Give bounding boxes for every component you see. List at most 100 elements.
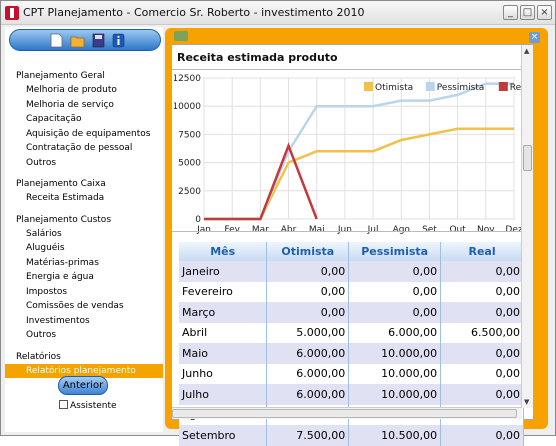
table-cell: Março [179, 302, 268, 323]
header-pessimista[interactable]: Pessimista [348, 242, 442, 261]
section-relatorios: Relatórios [16, 351, 61, 362]
chart-table-divider [172, 231, 522, 232]
horizontal-scrollbar[interactable] [172, 407, 522, 419]
nav-item-impostos[interactable]: Impostos [5, 285, 163, 300]
table-cell: Janeiro [179, 261, 268, 282]
section-planejamento-caixa: Planejamento Caixa [16, 179, 106, 189]
section-planejamento-geral: Planejamento Geral [16, 71, 105, 81]
table-row[interactable]: Abril 5.000,00 6.000,00 6.500,00 [179, 322, 524, 343]
table-cell: 0,00 [348, 302, 442, 323]
x-tick-label: Jan [196, 225, 211, 235]
y-axis-ticks: 0 2500 5000 7500 10000 12500 [174, 74, 201, 225]
nav-item-alugueis[interactable]: Aluguéis [5, 241, 163, 256]
assistant-checkbox[interactable]: Assistente [59, 400, 117, 411]
x-tick-label: Nov [477, 225, 495, 235]
nav-item-aquisicao-equipamentos[interactable]: Aquisição de equipamentos [5, 127, 163, 142]
x-tick-label: Set [422, 225, 437, 235]
x-axis-ticks: Jan Fev Mar Abr Mai Jun Jul Ago Set Out Nov Dez [196, 225, 522, 235]
window-title: CPT Planejamento - Comercio Sr. Roberto … [23, 6, 365, 19]
legend-label-otimista: Otimista [375, 83, 413, 93]
legend-swatch-otimista [364, 82, 373, 91]
report-content: Receita estimada produto 0 2500 5000 7500 10… [171, 44, 534, 446]
table-row[interactable]: Julho 6.000,00 10.000,00 0,00 [179, 384, 524, 405]
table-cell: 6.000,00 [266, 363, 350, 384]
new-document-icon[interactable] [50, 33, 63, 48]
nav-item-melhoria-produto[interactable]: Melhoria de produto [5, 83, 163, 98]
y-tick-label: 2500 [178, 187, 201, 197]
legend-swatch-pessimista [425, 82, 435, 91]
table-cell: 0,00 [440, 343, 524, 364]
table-row[interactable]: Março 0,00 0,00 0,00 [179, 302, 524, 323]
x-tick-label: Mai [309, 225, 325, 235]
table-cell: Fevereiro [179, 281, 268, 302]
table-header-row: Mês Otimista Pessimista Real [179, 242, 524, 261]
nav-item-energia-agua[interactable]: Energia e água [5, 270, 163, 285]
nav-item-materias-primas[interactable]: Matérias-primas [5, 256, 163, 271]
table-row[interactable]: Janeiro 0,00 0,00 0,00 [179, 261, 524, 282]
table-cell: 0,00 [440, 363, 524, 384]
assistant-label: Assistente [70, 401, 117, 411]
vertical-scroll-thumb[interactable] [523, 145, 532, 171]
printer-icon[interactable] [174, 31, 188, 41]
x-tick-label: Dez [505, 225, 522, 235]
y-tick-label: 0 [195, 215, 201, 225]
report-panel: × Receita estimada produto 0 2500 5000 7500… [165, 28, 548, 446]
checkbox-box[interactable] [59, 400, 68, 409]
table-cell: 10.000,00 [348, 343, 442, 364]
close-window-button[interactable]: × [537, 5, 552, 20]
table-cell: 6.000,00 [266, 384, 350, 405]
header-mes[interactable]: Mês [179, 242, 268, 261]
nav-item-receita-estimada[interactable]: Receita Estimada [5, 191, 163, 206]
y-tick-label: 5000 [178, 159, 201, 169]
left-panel: Planejamento Geral Melhoria de produto M… [5, 27, 163, 432]
table-row[interactable]: Fevereiro 0,00 0,00 0,00 [179, 281, 524, 302]
close-report-icon[interactable]: × [529, 32, 540, 43]
nav-item-melhoria-servico[interactable]: Melhoria de serviço [5, 98, 163, 113]
table-cell: 0,00 [266, 261, 350, 282]
open-folder-icon[interactable] [70, 33, 85, 48]
table-cell: 0,00 [440, 261, 524, 282]
previous-button[interactable]: Anterior [58, 376, 108, 395]
nav-item-contratacao-pessoal[interactable]: Contratação de pessoal [5, 141, 163, 156]
table-cell: 0,00 [440, 425, 524, 446]
minimize-button[interactable]: _ [503, 5, 518, 20]
nav-item-investimentos[interactable]: Investimentos [5, 314, 163, 329]
maximize-button[interactable]: □ [520, 5, 535, 20]
plot-area [203, 77, 515, 220]
x-tick-label: Abr [281, 225, 297, 235]
y-tick-label: 10000 [174, 102, 201, 112]
nav-item-salarios[interactable]: Salários [5, 227, 163, 242]
header-otimista[interactable]: Otimista [266, 242, 350, 261]
table-row[interactable]: Junho 6.000,00 10.000,00 0,00 [179, 363, 524, 384]
table-cell: 0,00 [266, 281, 350, 302]
vertical-scrollbar[interactable]: ▲ ▼ [521, 45, 533, 408]
table-cell: 10.000,00 [348, 363, 442, 384]
table-cell: 5.000,00 [266, 322, 350, 343]
y-tick-label: 12500 [174, 74, 201, 84]
nav-item-outros-geral[interactable]: Outros [5, 156, 163, 171]
horizontal-scroll-thumb[interactable] [172, 409, 517, 418]
navigation-menu: Planejamento Geral Melhoria de produto M… [5, 69, 163, 378]
table-row[interactable]: Setembro 7.500,00 10.500,00 0,00 [179, 425, 524, 446]
x-tick-label: Jul [367, 225, 379, 235]
info-icon[interactable] [112, 33, 125, 48]
save-disk-icon[interactable] [92, 33, 105, 48]
table-cell: 0,00 [348, 281, 442, 302]
app-icon [5, 6, 19, 20]
header-real[interactable]: Real [440, 242, 524, 261]
nav-item-outros-custos[interactable]: Outros [5, 328, 163, 343]
scroll-up-icon[interactable]: ▲ [524, 47, 529, 55]
revenue-chart: 02500500075001000012500 Jan Fev Mar Abr Mai J… [174, 74, 522, 235]
table-cell: Junho [179, 363, 268, 384]
nav-item-capacitacao[interactable]: Capacitação [5, 112, 163, 127]
table-cell: 0,00 [440, 384, 524, 405]
x-tick-label: Jun [337, 225, 352, 235]
table-cell: 6.500,00 [440, 322, 524, 343]
nav-item-comissoes-vendas[interactable]: Comissões de vendas [5, 299, 163, 314]
table-cell: Setembro [179, 425, 268, 446]
table-row[interactable]: Maio 6.000,00 10.000,00 0,00 [179, 343, 524, 364]
x-tick-label: Out [449, 225, 466, 235]
scroll-down-icon[interactable]: ▼ [524, 398, 529, 406]
table-cell: 10.000,00 [348, 384, 442, 405]
table-cell: 7.500,00 [266, 425, 350, 446]
